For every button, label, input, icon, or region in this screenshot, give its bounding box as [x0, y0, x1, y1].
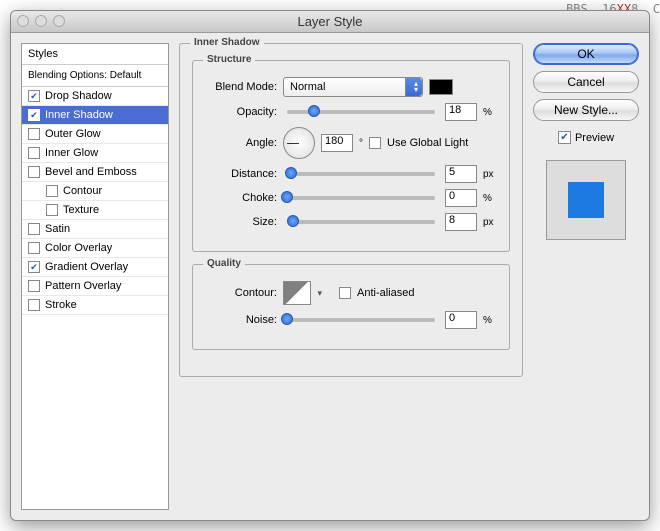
blending-options-row[interactable]: Blending Options: Default	[22, 65, 168, 87]
angle-dial[interactable]	[283, 127, 315, 159]
style-item-gradient-overlay[interactable]: Gradient Overlay	[22, 258, 168, 277]
blend-mode-value: Normal	[290, 81, 325, 93]
chevron-updown-icon: ▴▾	[414, 81, 418, 93]
style-label: Texture	[63, 204, 99, 216]
angle-label: Angle:	[205, 137, 277, 149]
style-label: Outer Glow	[45, 128, 101, 140]
style-label: Color Overlay	[45, 242, 112, 254]
style-label: Satin	[45, 223, 70, 235]
window-title: Layer Style	[297, 14, 362, 29]
style-label: Inner Shadow	[45, 109, 113, 121]
antialiased-label: Anti-aliased	[357, 287, 414, 299]
style-label: Bevel and Emboss	[45, 166, 137, 178]
styles-header[interactable]: Styles	[22, 44, 168, 65]
distance-unit: px	[483, 169, 497, 180]
style-item-outer-glow[interactable]: Outer Glow	[22, 125, 168, 144]
style-item-pattern-overlay[interactable]: Pattern Overlay	[22, 277, 168, 296]
preview-swatch	[568, 182, 604, 218]
blend-mode-dropdown[interactable]: Normal ▴▾	[283, 77, 423, 97]
layer-style-dialog: Layer Style Styles Blending Options: Def…	[10, 10, 650, 521]
checkbox-icon[interactable]	[28, 280, 40, 292]
checkbox-icon[interactable]	[28, 223, 40, 235]
checkbox-icon[interactable]	[28, 166, 40, 178]
style-label: Inner Glow	[45, 147, 98, 159]
checkbox-icon[interactable]	[28, 147, 40, 159]
choke-input[interactable]: 0	[445, 189, 477, 207]
angle-unit: °	[359, 138, 363, 149]
size-label: Size:	[205, 216, 277, 228]
checkbox-icon[interactable]	[28, 109, 40, 121]
opacity-label: Opacity:	[205, 106, 277, 118]
opacity-unit: %	[483, 107, 497, 118]
noise-input[interactable]: 0	[445, 311, 477, 329]
contour-label: Contour:	[205, 287, 277, 299]
structure-group: Structure Blend Mode: Normal▴▾ Opacity: …	[192, 60, 510, 252]
style-item-texture[interactable]: Texture	[22, 201, 168, 220]
inner-shadow-group: Inner Shadow Structure Blend Mode: Norma…	[179, 43, 523, 377]
preview-label: Preview	[575, 132, 614, 144]
choke-label: Choke:	[205, 192, 277, 204]
quality-title: Quality	[203, 258, 245, 269]
checkbox-icon[interactable]	[28, 90, 40, 102]
style-item-satin[interactable]: Satin	[22, 220, 168, 239]
opacity-input[interactable]: 18	[445, 103, 477, 121]
style-item-drop-shadow[interactable]: Drop Shadow	[22, 87, 168, 106]
preview-checkbox[interactable]	[558, 131, 571, 144]
style-item-bevel-emboss[interactable]: Bevel and Emboss	[22, 163, 168, 182]
size-input[interactable]: 8	[445, 213, 477, 231]
style-label: Contour	[63, 185, 102, 197]
styles-panel: Styles Blending Options: Default Drop Sh…	[21, 43, 169, 510]
choke-slider[interactable]	[287, 196, 435, 200]
size-unit: px	[483, 217, 497, 228]
window-controls[interactable]	[17, 15, 65, 27]
style-label: Gradient Overlay	[45, 261, 128, 273]
shadow-color-swatch[interactable]	[429, 79, 453, 95]
noise-slider[interactable]	[287, 318, 435, 322]
contour-picker[interactable]	[283, 281, 311, 305]
style-item-inner-shadow[interactable]: Inner Shadow	[22, 106, 168, 125]
settings-panel: Inner Shadow Structure Blend Mode: Norma…	[179, 43, 523, 510]
noise-label: Noise:	[205, 314, 277, 326]
distance-input[interactable]: 5	[445, 165, 477, 183]
global-light-label: Use Global Light	[387, 137, 468, 149]
blend-mode-label: Blend Mode:	[205, 81, 277, 93]
ok-button[interactable]: OK	[533, 43, 639, 65]
style-item-stroke[interactable]: Stroke	[22, 296, 168, 315]
group-title: Inner Shadow	[190, 37, 264, 48]
checkbox-icon[interactable]	[28, 299, 40, 311]
checkbox-icon[interactable]	[28, 261, 40, 273]
checkbox-icon[interactable]	[46, 204, 58, 216]
checkbox-icon[interactable]	[28, 242, 40, 254]
quality-group: Quality Contour: Anti-aliased Noise: 0 %	[192, 264, 510, 350]
checkbox-icon[interactable]	[28, 128, 40, 140]
checkbox-icon[interactable]	[46, 185, 58, 197]
style-label: Pattern Overlay	[45, 280, 121, 292]
right-panel: OK Cancel New Style... Preview	[533, 43, 639, 510]
structure-title: Structure	[203, 54, 255, 65]
choke-unit: %	[483, 193, 497, 204]
style-item-inner-glow[interactable]: Inner Glow	[22, 144, 168, 163]
titlebar: Layer Style	[11, 11, 649, 33]
styles-list: Drop Shadow Inner Shadow Outer Glow Inne…	[22, 87, 168, 315]
opacity-slider[interactable]	[287, 110, 435, 114]
global-light-checkbox[interactable]	[369, 137, 381, 149]
size-slider[interactable]	[287, 220, 435, 224]
new-style-button[interactable]: New Style...	[533, 99, 639, 121]
style-label: Drop Shadow	[45, 90, 112, 102]
antialiased-checkbox[interactable]	[339, 287, 351, 299]
distance-label: Distance:	[205, 168, 277, 180]
noise-unit: %	[483, 315, 497, 326]
distance-slider[interactable]	[287, 172, 435, 176]
angle-input[interactable]: 180	[321, 134, 353, 152]
style-item-color-overlay[interactable]: Color Overlay	[22, 239, 168, 258]
preview-box	[546, 160, 626, 240]
style-item-contour[interactable]: Contour	[22, 182, 168, 201]
cancel-button[interactable]: Cancel	[533, 71, 639, 93]
style-label: Stroke	[45, 299, 77, 311]
